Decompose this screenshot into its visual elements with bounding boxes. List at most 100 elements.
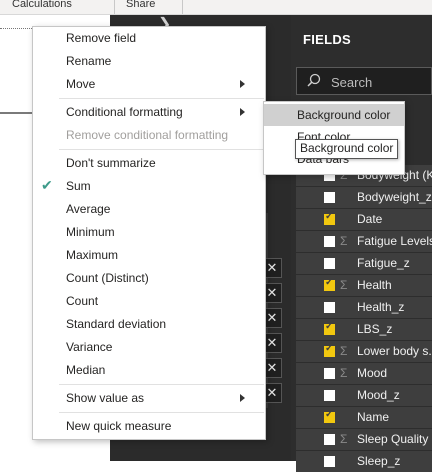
checkbox-icon[interactable] bbox=[324, 192, 335, 203]
ribbon-group-calculations: Calculations bbox=[12, 0, 72, 10]
field-label: Health bbox=[357, 278, 392, 292]
menu-item-rename[interactable]: Rename bbox=[33, 50, 265, 73]
menu-item-sum[interactable]: ✔ Sum bbox=[33, 175, 265, 198]
field-label: Mood bbox=[357, 366, 388, 380]
menu-item-label: Maximum bbox=[66, 248, 119, 262]
conditional-formatting-submenu: Background color Font color Data bars bbox=[263, 101, 405, 175]
checkmark-icon: ✔ bbox=[41, 177, 53, 193]
menu-item-label: Average bbox=[66, 202, 111, 216]
submenu-arrow-icon bbox=[240, 80, 245, 88]
checkbox-checked-icon[interactable] bbox=[324, 343, 335, 357]
checkbox-checked-icon[interactable] bbox=[324, 409, 335, 423]
menu-item-label: Count (Distinct) bbox=[66, 271, 149, 285]
fields-title: FIELDS bbox=[303, 32, 352, 47]
field-list-item[interactable]: Fatigue_z bbox=[296, 253, 432, 274]
field-label: Bodyweight_z bbox=[357, 190, 432, 204]
menu-item-remove-conditional-formatting: Remove conditional formatting bbox=[33, 124, 265, 147]
menu-item-count[interactable]: Count bbox=[33, 290, 265, 313]
field-label: Lower body s... bbox=[357, 344, 432, 358]
menu-item-minimum[interactable]: Minimum bbox=[33, 221, 265, 244]
canvas-solid-line bbox=[0, 112, 32, 114]
field-label: Fatigue Levels bbox=[357, 234, 432, 248]
menu-separator bbox=[59, 384, 264, 385]
context-menu: Remove field Rename Move Conditional for… bbox=[32, 26, 266, 440]
menu-separator bbox=[59, 412, 264, 413]
menu-item-average[interactable]: Average bbox=[33, 198, 265, 221]
menu-item-conditional-formatting[interactable]: Conditional formatting bbox=[33, 101, 265, 124]
field-list-item[interactable]: Σ Mood bbox=[296, 363, 432, 384]
field-list-item[interactable]: Bodyweight_z bbox=[296, 187, 432, 208]
field-list-item[interactable]: Σ Sleep Quality bbox=[296, 429, 432, 450]
menu-item-label: Count bbox=[66, 294, 99, 308]
menu-item-median[interactable]: Median bbox=[33, 359, 265, 382]
field-label: Sleep Quality bbox=[357, 432, 429, 446]
menu-item-label: Standard deviation bbox=[66, 317, 167, 331]
search-icon bbox=[307, 73, 321, 87]
menu-item-label: Remove conditional formatting bbox=[66, 128, 229, 142]
field-list-item[interactable]: Mood_z bbox=[296, 385, 432, 406]
checkbox-checked-icon[interactable] bbox=[324, 277, 335, 291]
menu-item-label: New quick measure bbox=[66, 419, 172, 433]
menu-item-maximum[interactable]: Maximum bbox=[33, 244, 265, 267]
ribbon-divider bbox=[114, 0, 115, 14]
menu-item-dont-summarize[interactable]: Don't summarize bbox=[33, 152, 265, 175]
checkbox-checked-icon[interactable] bbox=[324, 211, 335, 225]
canvas-dotted-line bbox=[0, 28, 32, 29]
checkbox-icon[interactable] bbox=[324, 302, 335, 313]
checkbox-icon[interactable] bbox=[324, 456, 335, 467]
menu-item-label: Median bbox=[66, 363, 106, 377]
field-list-item[interactable]: Σ Fatigue Levels bbox=[296, 231, 432, 252]
checkbox-icon[interactable] bbox=[324, 434, 335, 445]
menu-separator bbox=[59, 98, 264, 99]
field-list-item[interactable]: Sleep_z bbox=[296, 451, 432, 472]
submenu-item-label: Background color bbox=[297, 108, 391, 122]
menu-item-label: Minimum bbox=[66, 225, 115, 239]
field-list-item[interactable]: Σ Health bbox=[296, 275, 432, 296]
menu-item-show-value-as[interactable]: Show value as bbox=[33, 387, 265, 410]
tooltip: Background color bbox=[295, 139, 399, 159]
submenu-arrow-icon bbox=[240, 394, 245, 402]
menu-item-label: Remove field bbox=[66, 31, 137, 45]
field-list-item[interactable]: LBS_z bbox=[296, 319, 432, 340]
menu-item-label: Variance bbox=[66, 340, 113, 354]
field-list-item[interactable]: Σ Lower body s... bbox=[296, 341, 432, 362]
field-label: Mood_z bbox=[357, 388, 400, 402]
menu-item-label: Sum bbox=[66, 179, 91, 193]
field-list-item[interactable]: Date bbox=[296, 209, 432, 230]
menu-item-remove-field[interactable]: Remove field bbox=[33, 27, 265, 50]
menu-item-standard-deviation[interactable]: Standard deviation bbox=[33, 313, 265, 336]
checkbox-icon[interactable] bbox=[324, 390, 335, 401]
sigma-icon: Σ bbox=[340, 366, 348, 380]
ribbon-divider bbox=[182, 0, 183, 14]
menu-item-label: Show value as bbox=[66, 391, 145, 405]
sigma-icon: Σ bbox=[340, 344, 348, 358]
menu-item-label: Rename bbox=[66, 54, 112, 68]
field-label: Sleep_z bbox=[357, 454, 401, 468]
ribbon-group-share: Share bbox=[126, 0, 156, 10]
menu-item-count-distinct[interactable]: Count (Distinct) bbox=[33, 267, 265, 290]
checkbox-icon[interactable] bbox=[324, 368, 335, 379]
menu-item-variance[interactable]: Variance bbox=[33, 336, 265, 359]
menu-item-label: Move bbox=[66, 77, 96, 91]
sigma-icon: Σ bbox=[340, 432, 348, 446]
field-list-item[interactable]: Health_z bbox=[296, 297, 432, 318]
checkbox-icon[interactable] bbox=[324, 258, 335, 269]
menu-item-label: Conditional formatting bbox=[66, 105, 183, 119]
menu-separator bbox=[59, 149, 264, 150]
checkbox-checked-icon[interactable] bbox=[324, 321, 335, 335]
search-placeholder: Search bbox=[331, 75, 373, 90]
menu-item-move[interactable]: Move bbox=[33, 73, 265, 96]
submenu-item-background-color[interactable]: Background color bbox=[264, 104, 404, 126]
menu-item-label: Don't summarize bbox=[66, 156, 156, 170]
field-label: Health_z bbox=[357, 300, 405, 314]
field-label: Fatigue_z bbox=[357, 256, 410, 270]
sigma-icon: Σ bbox=[340, 278, 348, 292]
field-label: LBS_z bbox=[357, 322, 393, 336]
checkbox-icon[interactable] bbox=[324, 236, 335, 247]
ribbon-strip: Calculations Share bbox=[0, 0, 432, 15]
menu-item-new-quick-measure[interactable]: New quick measure bbox=[33, 415, 265, 438]
field-label: Date bbox=[357, 212, 383, 226]
field-list-item[interactable]: Name bbox=[296, 407, 432, 428]
field-label: Name bbox=[357, 410, 390, 424]
submenu-arrow-icon bbox=[240, 108, 245, 116]
